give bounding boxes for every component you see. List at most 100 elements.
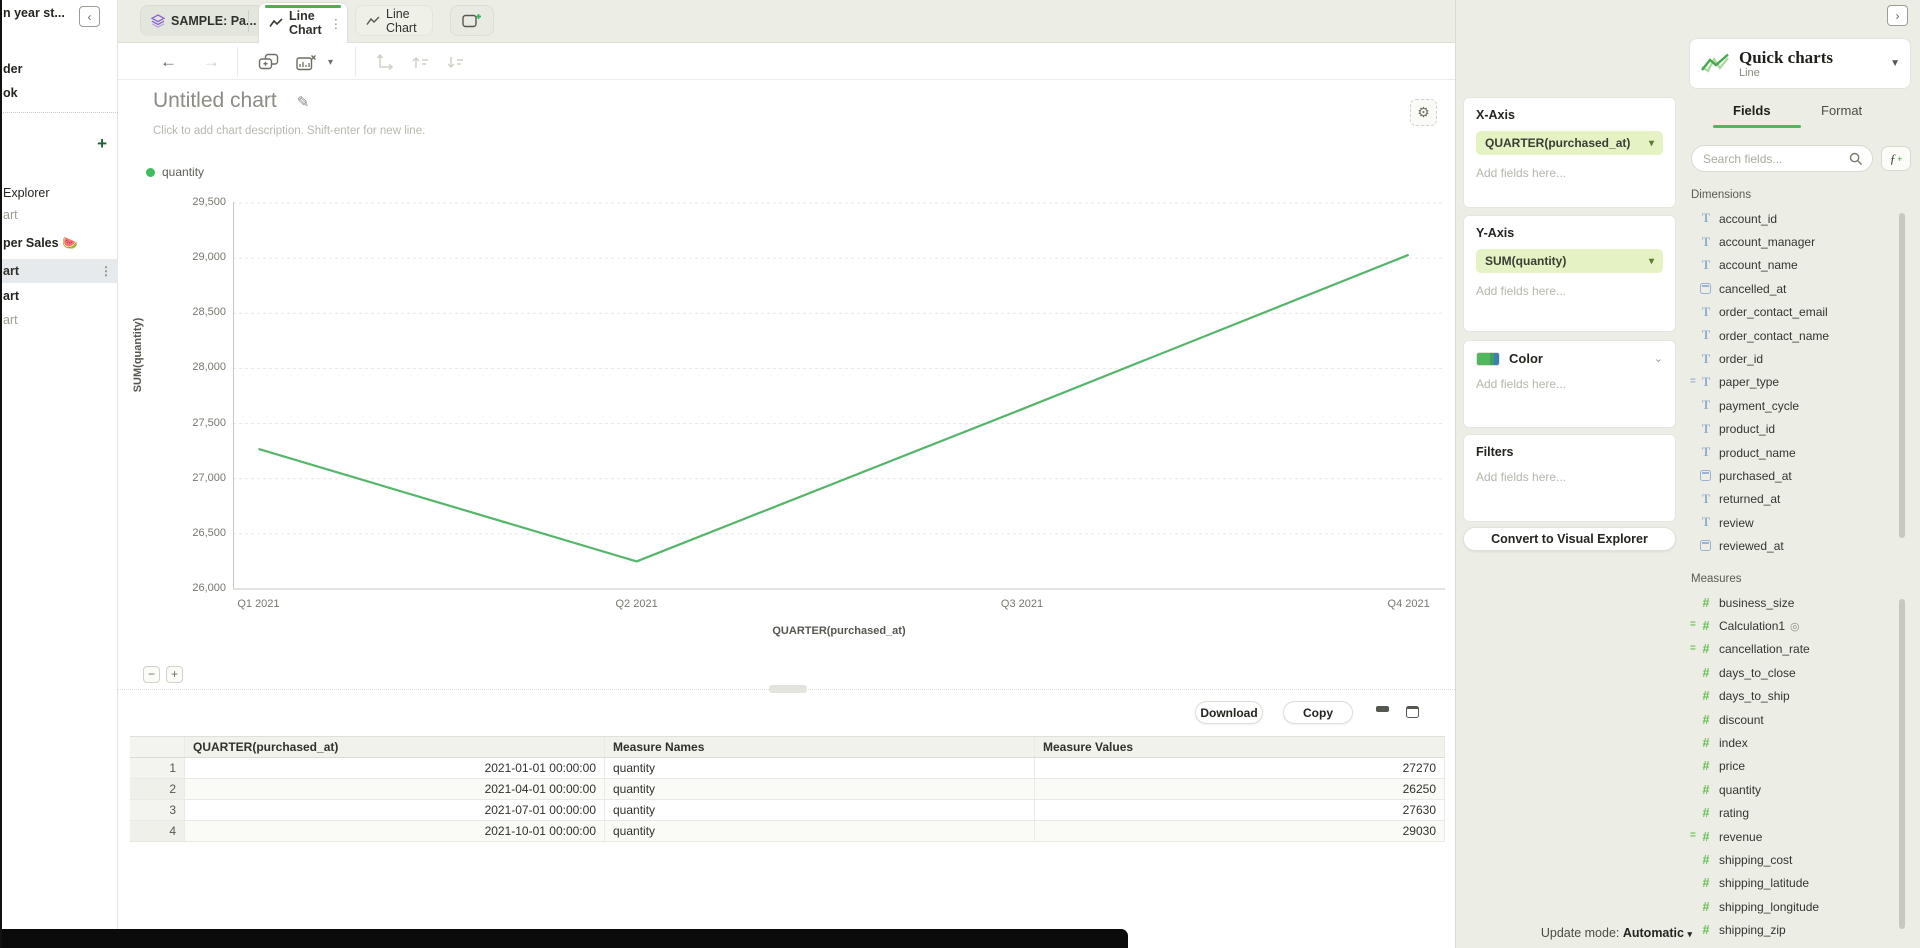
tab-line-chart-active[interactable]: Line Chart ⋮	[258, 2, 348, 43]
search-input[interactable]	[1691, 145, 1873, 172]
dimensions-scrollbar[interactable]	[1899, 213, 1905, 538]
update-mode-control[interactable]: Update mode: Automatic ▾	[1456, 926, 1692, 940]
series-line-quantity[interactable]	[259, 255, 1409, 562]
maximize-table-button[interactable]	[1406, 706, 1419, 718]
chevron-down-icon[interactable]: ▼	[1890, 58, 1900, 69]
chevron-down-icon[interactable]: ▾	[328, 51, 333, 73]
table-row[interactable]: 42021-10-01 00:00:00quantity29030	[130, 821, 1445, 842]
field-label: Calculation1	[1719, 619, 1785, 633]
field-item-order_contact_email[interactable]: Torder_contact_email	[1689, 301, 1911, 324]
undo-arrow-icon[interactable]: ←	[160, 51, 177, 73]
field-item-paper_type[interactable]: =Tpaper_type	[1689, 371, 1911, 394]
field-item-shipping_cost[interactable]: #shipping_cost	[1689, 848, 1911, 871]
measures-scrollbar[interactable]	[1899, 599, 1905, 929]
field-item-purchased_at[interactable]: purchased_at	[1689, 464, 1911, 487]
sidebar-item-selected[interactable]: art⋮	[0, 259, 118, 283]
table-row[interactable]: 22021-04-01 00:00:00quantity26250	[130, 779, 1445, 800]
sidebar-add-button[interactable]: +	[97, 134, 107, 154]
field-item-discount[interactable]: #discount	[1689, 708, 1911, 731]
filters-add-fields-placeholder[interactable]: Add fields here...	[1476, 470, 1663, 484]
minimize-table-button[interactable]	[1376, 706, 1389, 712]
sidebar-item[interactable]: Explorer	[3, 186, 50, 200]
sidebar-item[interactable]: art	[3, 208, 18, 222]
chevron-collapse-icon[interactable]: ⌄	[1654, 352, 1663, 365]
sidebar-item[interactable]: art	[3, 313, 18, 327]
new-chart-tab-button[interactable]	[450, 5, 494, 36]
field-item-revenue[interactable]: =#revenue	[1689, 825, 1911, 848]
line-chart-plot[interactable]	[233, 202, 1445, 590]
quarter-cell: 2021-04-01 00:00:00	[185, 779, 605, 799]
field-item-product_id[interactable]: Tproduct_id	[1689, 418, 1911, 441]
field-item-account_id[interactable]: Taccount_id	[1689, 207, 1911, 230]
chevron-down-icon[interactable]: ▾	[1649, 138, 1654, 149]
y-axis-field-pill[interactable]: SUM(quantity) ▾	[1476, 249, 1663, 273]
dimensions-section-label: Dimensions	[1691, 189, 1751, 201]
color-add-fields-placeholder[interactable]: Add fields here...	[1476, 377, 1663, 391]
field-item-Calculation1[interactable]: =#Calculation1◎	[1689, 614, 1911, 637]
x-axis-add-fields-placeholder[interactable]: Add fields here...	[1476, 166, 1663, 180]
field-item-returned_at[interactable]: Treturned_at	[1689, 488, 1911, 511]
zoom-out-button[interactable]: −	[143, 666, 160, 683]
field-item-review[interactable]: Treview	[1689, 511, 1911, 534]
collapse-sidebar-icon[interactable]: ‹	[79, 6, 100, 27]
pane-resize-handle[interactable]	[769, 685, 807, 693]
y-tick-label: 26,000	[156, 582, 226, 594]
tab-format[interactable]: Format	[1821, 103, 1862, 118]
field-item-days_to_close[interactable]: #days_to_close	[1689, 661, 1911, 684]
sidebar-item[interactable]: per Sales 🍉	[3, 236, 78, 251]
field-item-product_name[interactable]: Tproduct_name	[1689, 441, 1911, 464]
field-item-shipping_zip[interactable]: #shipping_zip	[1689, 918, 1911, 941]
field-item-account_name[interactable]: Taccount_name	[1689, 254, 1911, 277]
chevron-down-icon[interactable]: ▾	[1649, 256, 1654, 267]
field-item-reviewed_at[interactable]: reviewed_at	[1689, 534, 1911, 557]
copy-button[interactable]: Copy	[1283, 701, 1353, 724]
quick-charts-selector[interactable]: Quick charts Line ▼	[1689, 38, 1911, 89]
field-item-price[interactable]: #price	[1689, 755, 1911, 778]
field-label: shipping_cost	[1719, 853, 1792, 867]
field-item-cancellation_rate[interactable]: =#cancellation_rate	[1689, 638, 1911, 661]
remove-chart-icon[interactable]	[296, 51, 317, 73]
field-item-rating[interactable]: #rating	[1689, 802, 1911, 825]
field-item-quantity[interactable]: #quantity	[1689, 778, 1911, 801]
tab-fields[interactable]: Fields	[1733, 103, 1771, 118]
x-axis-shelf[interactable]: X-Axis QUARTER(purchased_at) ▾ Add field…	[1463, 97, 1676, 208]
field-item-account_manager[interactable]: Taccount_manager	[1689, 230, 1911, 253]
field-item-order_contact_name[interactable]: Torder_contact_name	[1689, 324, 1911, 347]
convert-to-visual-explorer-button[interactable]: Convert to Visual Explorer	[1463, 527, 1676, 551]
x-axis-field-pill[interactable]: QUARTER(purchased_at) ▾	[1476, 131, 1663, 155]
page-title[interactable]: Untitled chart✎	[153, 89, 309, 113]
filters-shelf[interactable]: Filters Add fields here...	[1463, 434, 1676, 522]
zoom-in-button[interactable]: +	[166, 666, 183, 683]
sidebar-top-item[interactable]: der	[3, 62, 22, 76]
field-item-shipping_latitude[interactable]: #shipping_latitude	[1689, 872, 1911, 895]
chart-settings-button[interactable]: ⚙	[1410, 99, 1437, 126]
field-item-cancelled_at[interactable]: cancelled_at	[1689, 277, 1911, 300]
y-axis-shelf[interactable]: Y-Axis SUM(quantity) ▾ Add fields here..…	[1463, 215, 1676, 332]
tab-menu-icon[interactable]: ⋮	[330, 16, 343, 31]
sidebar-item[interactable]: art	[3, 289, 19, 303]
table-row[interactable]: 32021-07-01 00:00:00quantity27630	[130, 800, 1445, 821]
field-item-days_to_ship[interactable]: #days_to_ship	[1689, 685, 1911, 708]
tab-line-chart-2[interactable]: Line Chart	[355, 5, 433, 36]
color-shelf[interactable]: Color ⌄ Add fields here...	[1463, 340, 1676, 428]
kebab-menu-icon[interactable]: ⋮	[100, 264, 112, 278]
sidebar-top-item[interactable]: ok	[3, 86, 18, 100]
y-axis-add-fields-placeholder[interactable]: Add fields here...	[1476, 284, 1663, 298]
field-item-payment_cycle[interactable]: Tpayment_cycle	[1689, 394, 1911, 417]
field-item-business_size[interactable]: #business_size	[1689, 591, 1911, 614]
field-item-shipping_longitude[interactable]: #shipping_longitude	[1689, 895, 1911, 918]
download-button[interactable]: Download	[1195, 701, 1263, 724]
quick-charts-title: Quick charts	[1739, 49, 1833, 67]
duplicate-chart-icon[interactable]	[258, 51, 281, 73]
update-mode-value[interactable]: Automatic	[1623, 926, 1684, 940]
add-calculation-button[interactable]: ƒ+	[1881, 146, 1911, 171]
field-item-order_id[interactable]: Torder_id	[1689, 347, 1911, 370]
field-label: product_name	[1719, 446, 1796, 460]
chart-description-placeholder[interactable]: Click to add chart description. Shift-en…	[153, 125, 425, 137]
sidebar-top-item[interactable]: n year st...	[3, 6, 65, 20]
field-item-index[interactable]: #index	[1689, 731, 1911, 754]
number-type-icon: #	[1699, 876, 1713, 890]
table-row[interactable]: 12021-01-01 00:00:00quantity27270	[130, 758, 1445, 779]
edit-pencil-icon[interactable]: ✎	[297, 94, 310, 111]
results-table[interactable]: QUARTER(purchased_at) Measure Names Meas…	[130, 736, 1445, 842]
